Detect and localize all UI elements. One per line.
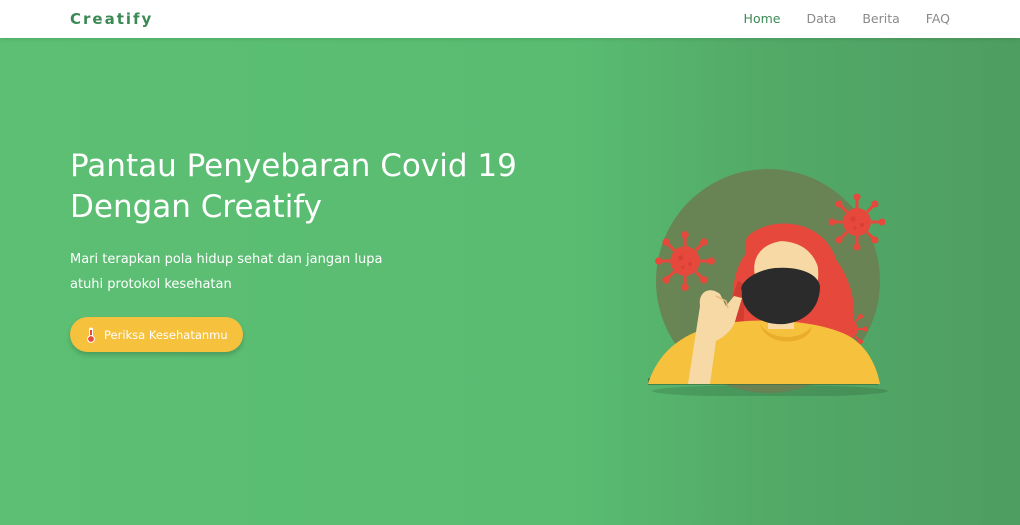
hero-title-line-2: Dengan Creatify [70, 189, 323, 225]
nav-link-faq[interactable]: FAQ [926, 11, 950, 26]
hero-description-line-1: Mari terapkan pola hidup sehat dan janga… [70, 252, 383, 267]
hero-section: Pantau Penyebaran Covid 19 Dengan Creati… [0, 38, 1020, 525]
masked-woman-virus-illustration [648, 169, 888, 396]
hero-description: Mari terapkan pola hidup sehat dan janga… [70, 247, 430, 297]
hero-description-line-2: atuhi protokol kesehatan [70, 277, 232, 292]
nav-menu: Home Data Berita FAQ [744, 11, 950, 26]
thermometer-icon [87, 327, 95, 343]
nav-link-berita[interactable]: Berita [862, 11, 899, 26]
hero-title-line-1: Pantau Penyebaran Covid 19 [70, 148, 517, 184]
top-navbar: Creatify Home Data Berita FAQ [0, 0, 1020, 38]
brand-logo[interactable]: Creatify [70, 10, 153, 28]
check-health-button-label: Periksa Kesehatanmu [104, 327, 228, 342]
check-health-button[interactable]: Periksa Kesehatanmu [70, 317, 243, 352]
nav-link-home[interactable]: Home [744, 11, 781, 26]
hero-title: Pantau Penyebaran Covid 19 Dengan Creati… [70, 146, 550, 228]
nav-link-data[interactable]: Data [806, 11, 836, 26]
